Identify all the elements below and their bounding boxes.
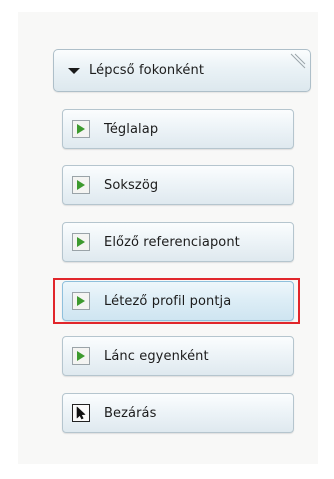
selection-highlight: [53, 278, 300, 324]
rectangle-button[interactable]: Téglalap: [62, 109, 294, 149]
resize-grip-icon: [290, 53, 306, 69]
close-button[interactable]: Bezárás: [62, 393, 294, 433]
button-label: Lánc egyenként: [104, 348, 209, 364]
play-arrow-icon: [72, 120, 90, 138]
button-label: Sokszög: [104, 177, 159, 193]
collapse-triangle-icon: [68, 67, 80, 74]
button-label: Téglalap: [104, 121, 159, 137]
button-label: Előző referenciapont: [104, 234, 240, 250]
polygon-button[interactable]: Sokszög: [62, 165, 294, 205]
cursor-arrow-icon: [72, 404, 90, 422]
play-arrow-icon: [72, 176, 90, 194]
previous-reference-point-button[interactable]: Előző referenciapont: [62, 222, 294, 262]
play-arrow-icon: [72, 347, 90, 365]
play-arrow-icon: [72, 233, 90, 251]
button-label: Bezárás: [104, 405, 157, 421]
chain-one-by-one-button[interactable]: Lánc egyenként: [62, 336, 294, 376]
step-by-step-header[interactable]: Lépcső fokonként: [53, 49, 311, 92]
header-label: Lépcső fokonként: [89, 63, 205, 78]
